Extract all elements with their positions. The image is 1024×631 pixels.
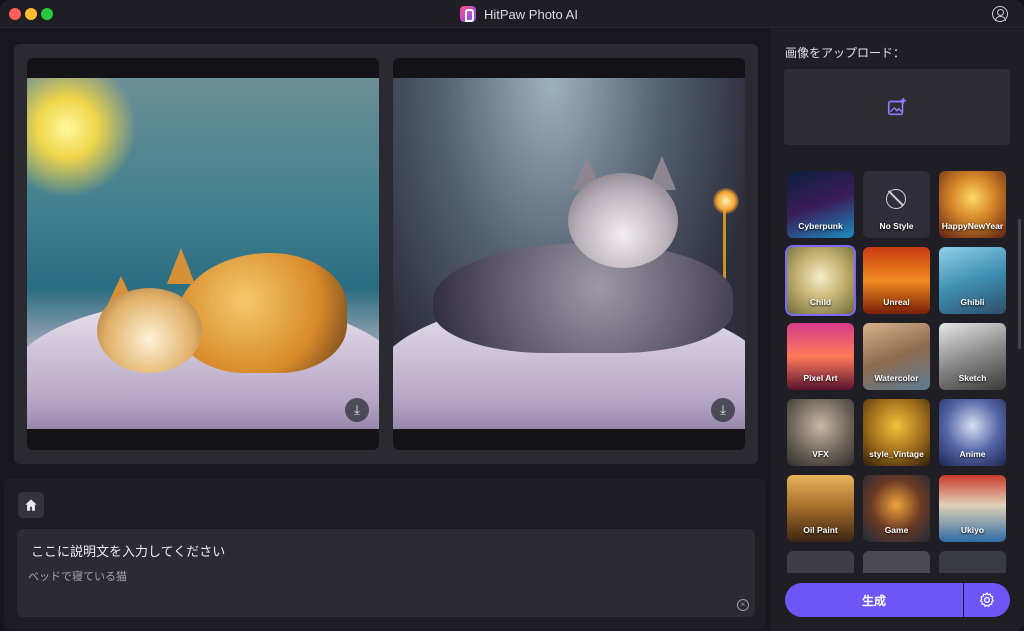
image-upload-icon bbox=[887, 97, 907, 116]
hitpaw-logo-icon bbox=[460, 6, 476, 22]
style-label: Game bbox=[884, 525, 909, 535]
style-tile-anime[interactable]: Anime bbox=[939, 399, 1006, 466]
style-tile-watercolor[interactable]: Watercolor bbox=[863, 323, 930, 390]
result-image-frame-1: ⤓ bbox=[27, 58, 379, 450]
generated-image-2 bbox=[393, 78, 745, 429]
clear-icon[interactable]: × bbox=[737, 599, 749, 611]
no-style-icon bbox=[886, 189, 906, 209]
style-label: Child bbox=[809, 297, 832, 307]
style-label: HappyNewYear bbox=[941, 221, 1004, 231]
app-title-text: HitPaw Photo AI bbox=[484, 6, 578, 22]
upload-label: 画像をアップロード： bbox=[785, 46, 906, 60]
style-label: Oil Paint bbox=[803, 525, 838, 535]
close-window-button[interactable] bbox=[9, 8, 21, 20]
style-label: Cyberpunk bbox=[798, 221, 843, 231]
app-title: HitPaw Photo AI bbox=[460, 6, 578, 22]
download-icon[interactable]: ⤓ bbox=[711, 398, 735, 422]
style-tile-oil-paint[interactable]: Oil Paint bbox=[787, 475, 854, 542]
app-window: HitPaw Photo AI ⤓ ⤓ ここに説明文を入力してください ベッドで… bbox=[0, 0, 1024, 631]
user-icon[interactable] bbox=[992, 6, 1008, 22]
style-grid: Cyberpunk No Style HappyNewYear Child Un… bbox=[785, 169, 1009, 573]
style-tile-sketch[interactable]: Sketch bbox=[939, 323, 1006, 390]
style-tile-vfx[interactable]: VFX bbox=[787, 399, 854, 466]
main-area: ⤓ ⤓ ここに説明文を入力してください ベッドで寝ている猫 × bbox=[0, 29, 770, 631]
style-label: Pixel Art bbox=[803, 373, 838, 383]
style-label: Sketch bbox=[958, 373, 987, 383]
prompt-title: ここに説明文を入力してください bbox=[31, 544, 226, 559]
style-label: Ukiyo bbox=[960, 525, 985, 535]
style-label: VFX bbox=[812, 449, 829, 459]
style-scrollbar[interactable] bbox=[1018, 219, 1021, 349]
generate-button[interactable]: 生成 bbox=[785, 583, 963, 617]
style-tile-pixel-art[interactable]: Pixel Art bbox=[787, 323, 854, 390]
style-label: Unreal bbox=[883, 297, 910, 307]
style-tile-ukiyo[interactable]: Ukiyo bbox=[939, 475, 1006, 542]
generated-image-1 bbox=[27, 78, 379, 429]
title-bar: HitPaw Photo AI bbox=[0, 0, 1024, 28]
style-tile-style-vintage[interactable]: style_Vintage bbox=[863, 399, 930, 466]
sidebar-footer: 生成 bbox=[770, 574, 1024, 631]
home-icon bbox=[25, 499, 37, 511]
style-label: style_Vintage bbox=[869, 449, 924, 459]
style-tile-no-style[interactable]: No Style bbox=[863, 171, 930, 238]
gear-icon bbox=[979, 592, 994, 607]
style-tile-game[interactable]: Game bbox=[863, 475, 930, 542]
home-button[interactable] bbox=[18, 492, 44, 518]
style-tile-unreal[interactable]: Unreal bbox=[863, 247, 930, 314]
sidebar: 画像をアップロード： Cyberpunk No Style HappyNewYe… bbox=[770, 29, 1024, 631]
style-label: Ghibli bbox=[960, 297, 985, 307]
style-tile-more[interactable] bbox=[863, 551, 930, 573]
zoom-window-button[interactable] bbox=[41, 8, 53, 20]
result-image-frame-2: ⤓ bbox=[393, 58, 745, 450]
prompt-panel: ここに説明文を入力してください × bbox=[4, 479, 766, 629]
style-label: Anime bbox=[959, 449, 986, 459]
image-upload-area[interactable] bbox=[784, 69, 1010, 145]
style-label: No Style bbox=[879, 221, 914, 231]
settings-button[interactable] bbox=[964, 583, 1010, 617]
minimize-window-button[interactable] bbox=[25, 8, 37, 20]
download-icon[interactable]: ⤓ bbox=[345, 398, 369, 422]
prompt-input[interactable] bbox=[28, 567, 718, 585]
preview-panel: ⤓ ⤓ bbox=[14, 44, 758, 464]
style-tile-more[interactable] bbox=[787, 551, 854, 573]
style-label: Watercolor bbox=[874, 373, 919, 383]
prompt-box: ここに説明文を入力してください × bbox=[17, 529, 755, 617]
style-tile-more[interactable] bbox=[939, 551, 1006, 573]
style-tile-happynewyear[interactable]: HappyNewYear bbox=[939, 171, 1006, 238]
style-tile-child[interactable]: Child bbox=[787, 247, 854, 314]
style-tile-ghibli[interactable]: Ghibli bbox=[939, 247, 1006, 314]
style-tile-cyberpunk[interactable]: Cyberpunk bbox=[787, 171, 854, 238]
